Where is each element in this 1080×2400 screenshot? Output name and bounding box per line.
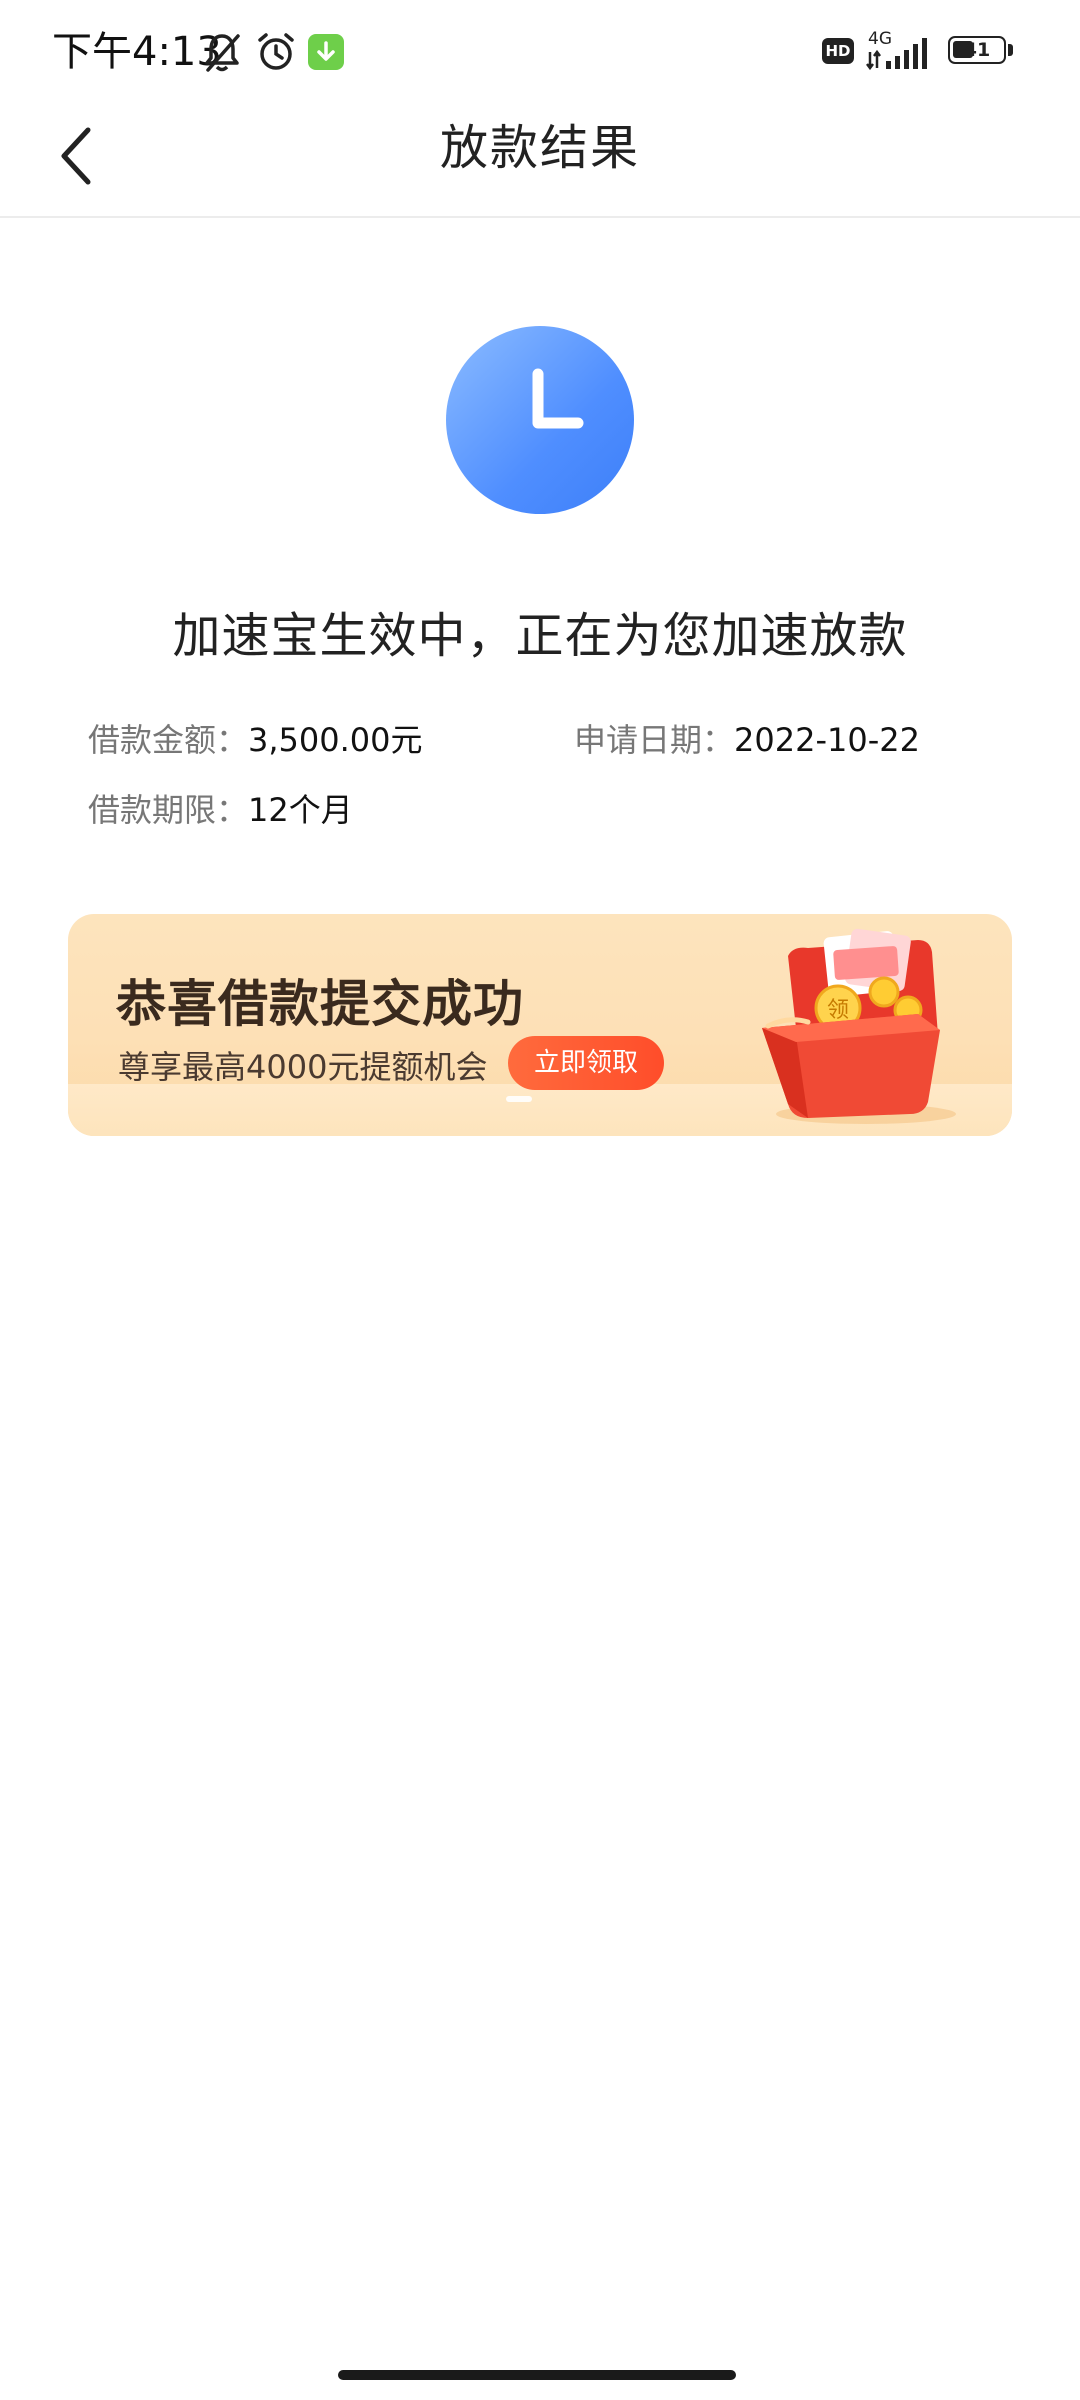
- download-app-icon: [308, 34, 344, 70]
- battery-level: 41: [963, 39, 991, 61]
- battery-icon: 41: [948, 36, 1014, 66]
- clock-icon: [446, 326, 634, 514]
- status-time: 下午4:13: [52, 29, 222, 75]
- nav-header: 放款结果: [0, 100, 1080, 218]
- banner-title: 恭喜借款提交成功: [116, 975, 524, 1033]
- back-button[interactable]: [50, 120, 120, 190]
- banner-subtitle: 尊享最高4000元提额机会: [118, 1048, 488, 1086]
- result-message: 加速宝生效中，正在为您加速放款: [172, 608, 908, 664]
- status-bar: 下午4:13 HD 4G 41: [0, 0, 1080, 100]
- loan-amount-value: 3,500.00元: [248, 721, 423, 759]
- gift-coin-label: 领: [827, 998, 849, 1023]
- apply-date-label: 申请日期：: [574, 721, 735, 759]
- loan-term-label: 借款期限：: [88, 791, 249, 829]
- page-title: 放款结果: [439, 120, 640, 176]
- loan-term-value: 12个月: [248, 791, 353, 829]
- home-indicator[interactable]: [338, 2370, 736, 2380]
- apply-date-value: 2022-10-22: [734, 721, 920, 759]
- promo-banner[interactable]: 恭喜借款提交成功 尊享最高4000元提额机会 立即领取 领: [68, 914, 1012, 1136]
- carousel-indicator: [506, 1096, 532, 1102]
- loan-result-screen: 下午4:13 HD 4G 41 放款结果 加速宝生效中，正在为您加速放款 借款金…: [0, 0, 1080, 2400]
- alarm-icon: [258, 33, 294, 70]
- loan-amount-row: 借款金额：3,500.00元: [88, 720, 423, 760]
- mute-bell-icon: [205, 34, 240, 72]
- chevron-left-icon: [61, 127, 91, 185]
- red-envelope-gift-icon: 领: [762, 928, 956, 1124]
- signal-icon: 4G: [866, 29, 927, 71]
- network-type-label: 4G: [868, 29, 892, 49]
- loan-amount-label: 借款金额：: [88, 721, 249, 759]
- claim-now-button[interactable]: 立即领取: [508, 1036, 664, 1090]
- hd-icon: HD: [822, 38, 854, 64]
- loan-term-row: 借款期限：12个月: [88, 790, 353, 830]
- apply-date-row: 申请日期：2022-10-22: [574, 720, 920, 760]
